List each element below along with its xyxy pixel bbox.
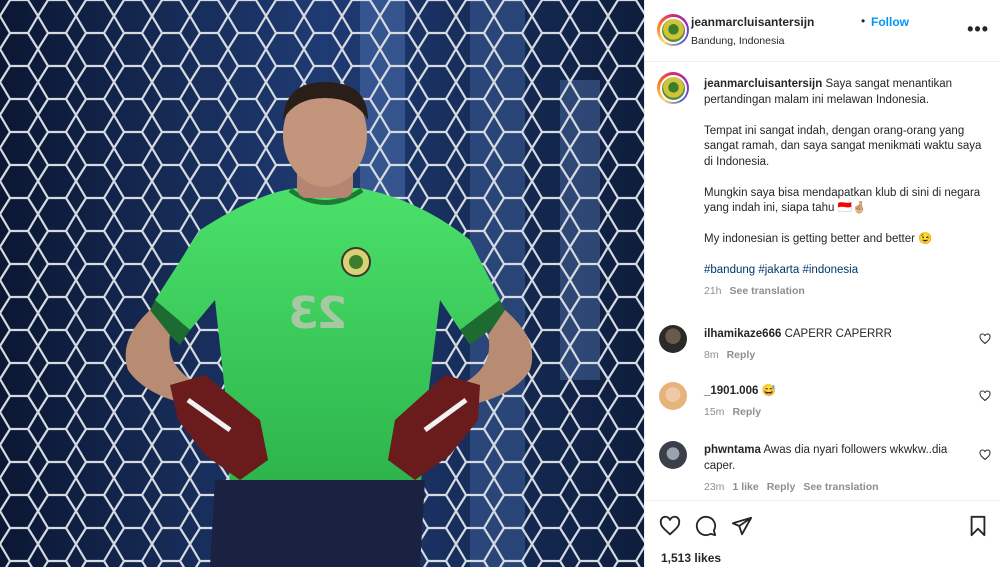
caption-hashtags[interactable]: #bandung #jakarta #indonesia (704, 263, 989, 279)
comment-text: phwntama Awas dia nyari followers wkwkw.… (704, 443, 954, 474)
post-header: jeanmarcluisantersijn • Follow Bandung, … (645, 0, 1000, 62)
comment-see-translation[interactable]: See translation (803, 481, 878, 493)
comment-username[interactable]: _1901.006 (704, 385, 758, 397)
caption-paragraph-2: Tempat ini sangat indah, dengan orang-or… (704, 124, 982, 168)
jersey-number: 23 (290, 288, 348, 339)
comment-time: 23m (704, 481, 725, 493)
comment-meta: 23m 1 like Reply See translation (704, 481, 887, 493)
author-avatar[interactable] (657, 14, 689, 46)
more-icon[interactable]: ••• (967, 20, 989, 38)
comment-time: 15m (704, 406, 725, 418)
caption-username[interactable]: jeanmarcluisantersijn (704, 78, 822, 90)
like-count[interactable]: 1,513 likes (661, 551, 721, 565)
comment-body: CAPERR CAPERRR (784, 328, 892, 340)
caption-see-translation[interactable]: See translation (730, 285, 805, 297)
comment-time: 8m (704, 349, 719, 361)
post-photo: 23 (0, 0, 644, 567)
author-username[interactable]: jeanmarcluisantersijn (691, 15, 814, 29)
caption-meta: 21h See translation (704, 284, 989, 300)
comment-like-heart-icon[interactable] (979, 390, 991, 402)
caption-text: jeanmarcluisantersijn Saya sangat menant… (704, 77, 989, 299)
caption-paragraph-3: Mungkin saya bisa mendapatkan klub di si… (704, 186, 981, 215)
comment-meta: 15m Reply (704, 406, 769, 418)
caption-time: 21h (704, 284, 722, 297)
bookmark-icon[interactable] (967, 515, 989, 537)
comment-username[interactable]: phwntama (704, 444, 761, 456)
comment-body: 😅 (761, 385, 776, 397)
post-actions: 1,513 likes (645, 500, 1000, 567)
commenter-avatar[interactable] (659, 441, 687, 469)
comment-like-count[interactable]: 1 like (732, 481, 758, 493)
comment-text: ilhamikaze666 CAPERR CAPERRR (704, 327, 969, 343)
caption-paragraph-4: My indonesian is getting better and bett… (704, 233, 933, 245)
reply-button[interactable]: Reply (727, 349, 756, 361)
share-icon[interactable] (731, 515, 753, 537)
comment-text: _1901.006 😅 (704, 384, 969, 400)
commenter-avatar[interactable] (659, 382, 687, 410)
post-side-panel: jeanmarcluisantersijn • Follow Bandung, … (644, 0, 1000, 567)
comment-like-heart-icon[interactable] (979, 449, 991, 461)
comment-username[interactable]: ilhamikaze666 (704, 328, 781, 340)
comment-meta: 8m Reply (704, 349, 763, 361)
follow-button[interactable]: Follow (871, 15, 909, 29)
post-location[interactable]: Bandung, Indonesia (691, 35, 784, 47)
caption-avatar[interactable] (657, 72, 689, 104)
reply-button[interactable]: Reply (767, 481, 796, 493)
separator-dot: • (861, 14, 866, 28)
comment-like-heart-icon[interactable] (979, 333, 991, 345)
heart-icon[interactable] (659, 515, 681, 537)
comment-icon[interactable] (695, 515, 717, 537)
reply-button[interactable]: Reply (732, 406, 761, 418)
commenter-avatar[interactable] (659, 325, 687, 353)
goalkeeper-photo (0, 0, 644, 567)
